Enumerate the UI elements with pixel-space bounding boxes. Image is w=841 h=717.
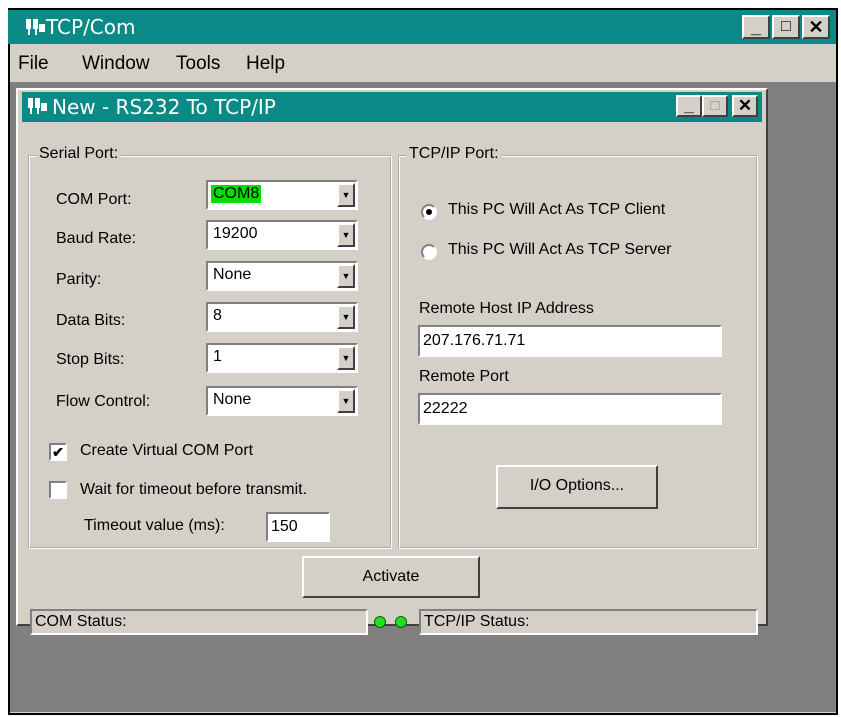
app-title: TCP/Com xyxy=(46,15,136,39)
remote-port-value: 22222 xyxy=(423,400,468,417)
menu-help[interactable]: Help xyxy=(246,53,285,75)
chevron-down-icon[interactable]: ▼ xyxy=(337,346,355,370)
child-title: New - RS232 To TCP/IP xyxy=(52,95,276,119)
parity-label: Parity: xyxy=(56,271,102,288)
remote-host-label: Remote Host IP Address xyxy=(419,300,594,317)
child-minimize-button[interactable]: _ xyxy=(676,95,702,117)
menu-window[interactable]: Window xyxy=(82,53,150,75)
stop-bits-label: Stop Bits: xyxy=(56,351,125,368)
radio-selected-dot xyxy=(426,209,432,215)
minimize-button[interactable]: _ xyxy=(742,15,770,39)
activate-button[interactable]: Activate xyxy=(302,556,480,598)
baud-rate-select[interactable]: 19200 ▼ xyxy=(206,220,358,250)
chevron-down-icon[interactable]: ▼ xyxy=(337,305,355,329)
tcp-ip-port-legend: TCP/IP Port: xyxy=(406,145,502,163)
close-button[interactable]: ✕ xyxy=(802,15,830,39)
timeout-value-input[interactable]: 150 xyxy=(266,512,330,542)
network-plug-icon xyxy=(26,19,45,35)
remote-host-input[interactable]: 207.176.71.71 xyxy=(418,325,722,357)
tcp-client-radio[interactable] xyxy=(421,204,437,220)
tcp-status-text: TCP/IP Status: xyxy=(424,613,530,630)
com-status-led xyxy=(374,616,386,628)
wait-timeout-label: Wait for timeout before transmit. xyxy=(80,481,308,498)
maximize-button[interactable]: □ xyxy=(772,15,800,39)
io-options-button[interactable]: I/O Options... xyxy=(496,465,658,509)
parity-select[interactable]: None ▼ xyxy=(206,261,358,291)
flow-control-value: None xyxy=(213,391,252,408)
data-bits-value: 8 xyxy=(213,307,222,324)
flow-control-select[interactable]: None ▼ xyxy=(206,386,358,416)
menu-file[interactable]: File xyxy=(18,53,49,75)
timeout-value-text: 150 xyxy=(271,518,298,535)
tcp-status-panel: TCP/IP Status: xyxy=(419,609,758,635)
chevron-down-icon[interactable]: ▼ xyxy=(337,223,355,247)
timeout-value-label: Timeout value (ms): xyxy=(84,517,225,534)
tcp-client-label: This PC Will Act As TCP Client xyxy=(448,201,666,218)
menu-tools[interactable]: Tools xyxy=(176,53,220,75)
network-plug-icon xyxy=(28,98,47,114)
create-virtual-com-checkbox[interactable]: ✔ xyxy=(49,443,67,461)
chevron-down-icon[interactable]: ▼ xyxy=(337,183,355,207)
child-maximize-button[interactable]: □ xyxy=(702,95,728,117)
create-virtual-com-label: Create Virtual COM Port xyxy=(80,442,254,459)
chevron-down-icon[interactable]: ▼ xyxy=(337,389,355,413)
remote-port-input[interactable]: 22222 xyxy=(418,393,722,425)
parity-value: None xyxy=(213,266,252,283)
com-port-select[interactable]: COM8 ▼ xyxy=(206,180,358,210)
tcp-server-label: This PC Will Act As TCP Server xyxy=(448,241,672,258)
baud-rate-value: 19200 xyxy=(213,225,258,242)
stop-bits-select[interactable]: 1 ▼ xyxy=(206,343,358,373)
flow-control-label: Flow Control: xyxy=(56,393,151,410)
com-status-panel: COM Status: xyxy=(30,609,368,635)
data-bits-label: Data Bits: xyxy=(56,312,126,329)
com-port-value: COM8 xyxy=(211,185,262,203)
tcp-status-led xyxy=(395,616,407,628)
data-bits-select[interactable]: 8 ▼ xyxy=(206,302,358,332)
menu-bar: File Window Tools Help xyxy=(10,48,836,80)
com-status-text: COM Status: xyxy=(35,613,127,630)
app-titlebar[interactable]: TCP/Com _ □ ✕ xyxy=(8,10,836,44)
stop-bits-value: 1 xyxy=(213,348,222,365)
remote-host-value: 207.176.71.71 xyxy=(423,332,526,349)
chevron-down-icon[interactable]: ▼ xyxy=(337,264,355,288)
wait-timeout-checkbox[interactable] xyxy=(49,481,67,499)
child-titlebar[interactable]: New - RS232 To TCP/IP _ □ ✕ xyxy=(22,92,762,122)
serial-port-legend: Serial Port: xyxy=(36,145,122,163)
remote-port-label: Remote Port xyxy=(419,368,509,385)
com-port-label: COM Port: xyxy=(56,191,132,208)
tcp-server-radio[interactable] xyxy=(421,244,437,260)
baud-rate-label: Baud Rate: xyxy=(56,230,137,247)
child-close-button[interactable]: ✕ xyxy=(732,95,758,117)
